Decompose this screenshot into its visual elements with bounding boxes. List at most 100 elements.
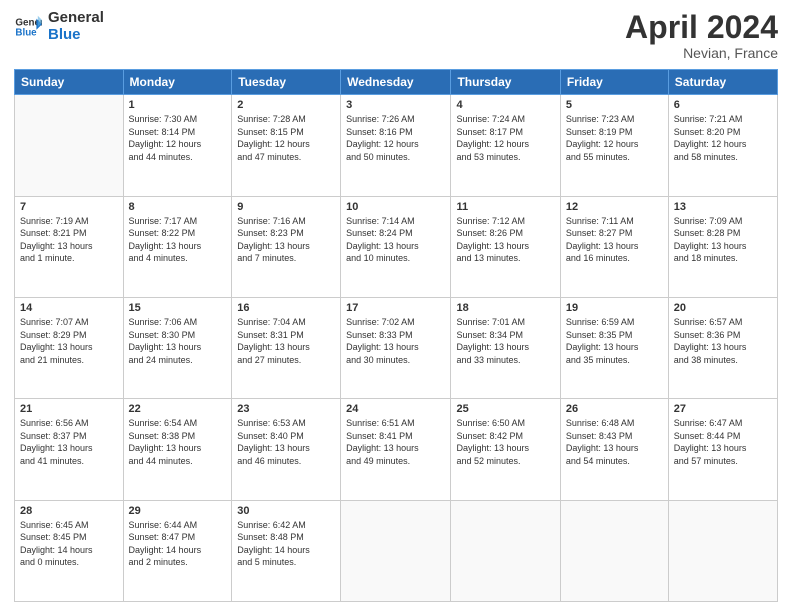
header-monday: Monday [123, 70, 232, 95]
calendar-cell: 28Sunrise: 6:45 AM Sunset: 8:45 PM Dayli… [15, 500, 124, 601]
header-saturday: Saturday [668, 70, 777, 95]
day-number: 11 [456, 201, 554, 213]
calendar-cell: 19 Sunrise: 6:59 AM Sunset: 8:35 PM Dayli… [560, 297, 668, 398]
day-number: 30 [237, 505, 335, 517]
calendar-week-row: 14Sunrise: 7:07 AM Sunset: 8:29 PM Dayli… [15, 297, 778, 398]
day-info: Sunrise: 7:26 AM Sunset: 8:16 PM Dayligh… [346, 113, 445, 163]
location: Nevian, France [625, 45, 778, 61]
header: General Blue General Blue April 2024 Nev… [14, 10, 778, 61]
calendar-cell [560, 500, 668, 601]
calendar-cell: 4 Sunrise: 7:24 AM Sunset: 8:17 PM Daylig… [451, 95, 560, 196]
day-number: 9 [237, 201, 335, 213]
calendar-week-row: 28Sunrise: 6:45 AM Sunset: 8:45 PM Dayli… [15, 500, 778, 601]
calendar-week-row: 1Sunrise: 7:30 AM Sunset: 8:14 PM Daylig… [15, 95, 778, 196]
calendar-cell: 26Sunrise: 6:48 AM Sunset: 8:43 PM Dayli… [560, 399, 668, 500]
day-number: 14 [20, 302, 118, 314]
calendar-cell: 9 Sunrise: 7:16 AM Sunset: 8:23 PM Daylig… [232, 196, 341, 297]
day-number: 15 [129, 302, 227, 314]
calendar-cell [451, 500, 560, 601]
day-number: 13 [674, 201, 772, 213]
header-thursday: Thursday [451, 70, 560, 95]
calendar-week-row: 21 Sunrise: 6:56 AM Sunset: 8:37 PM Dayli… [15, 399, 778, 500]
calendar-cell: 1Sunrise: 7:30 AM Sunset: 8:14 PM Daylig… [123, 95, 232, 196]
logo-general: General [48, 10, 104, 27]
day-number: 1 [129, 99, 227, 111]
calendar-cell: 13 Sunrise: 7:09 AM Sunset: 8:28 PM Dayli… [668, 196, 777, 297]
day-number: 17 [346, 302, 445, 314]
day-info: Sunrise: 7:28 AM Sunset: 8:15 PM Dayligh… [237, 113, 335, 163]
day-info: Sunrise: 6:57 AM Sunset: 8:36 PM Dayligh… [674, 316, 772, 366]
calendar-cell: 27 Sunrise: 6:47 AM Sunset: 8:44 PM Dayli… [668, 399, 777, 500]
day-info: Sunrise: 7:14 AM Sunset: 8:24 PM Dayligh… [346, 215, 445, 265]
day-number: 29 [129, 505, 227, 517]
day-info: Sunrise: 6:54 AM Sunset: 8:38 PM Dayligh… [129, 417, 227, 467]
day-info: Sunrise: 7:19 AM Sunset: 8:21 PM Dayligh… [20, 215, 118, 265]
day-info: Sunrise: 7:17 AM Sunset: 8:22 PM Dayligh… [129, 215, 227, 265]
day-info: Sunrise: 7:02 AM Sunset: 8:33 PM Dayligh… [346, 316, 445, 366]
day-number: 21 [20, 403, 118, 415]
day-info: Sunrise: 6:53 AM Sunset: 8:40 PM Dayligh… [237, 417, 335, 467]
calendar-cell: 11 Sunrise: 7:12 AM Sunset: 8:26 PM Dayli… [451, 196, 560, 297]
day-info: Sunrise: 7:21 AM Sunset: 8:20 PM Dayligh… [674, 113, 772, 163]
calendar-cell: 29 Sunrise: 6:44 AM Sunset: 8:47 PM Dayli… [123, 500, 232, 601]
day-info: Sunrise: 7:12 AM Sunset: 8:26 PM Dayligh… [456, 215, 554, 265]
calendar-cell: 23Sunrise: 6:53 AM Sunset: 8:40 PM Dayli… [232, 399, 341, 500]
day-info: Sunrise: 7:11 AM Sunset: 8:27 PM Dayligh… [566, 215, 663, 265]
day-number: 5 [566, 99, 663, 111]
day-number: 28 [20, 505, 118, 517]
calendar-cell: 3Sunrise: 7:26 AM Sunset: 8:16 PM Daylig… [341, 95, 451, 196]
calendar-cell: 7 Sunrise: 7:19 AM Sunset: 8:21 PM Daylig… [15, 196, 124, 297]
calendar-cell: 8 Sunrise: 7:17 AM Sunset: 8:22 PM Daylig… [123, 196, 232, 297]
calendar-cell: 5Sunrise: 7:23 AM Sunset: 8:19 PM Daylig… [560, 95, 668, 196]
day-number: 4 [456, 99, 554, 111]
calendar-cell: 18Sunrise: 7:01 AM Sunset: 8:34 PM Dayli… [451, 297, 560, 398]
calendar-cell: 22 Sunrise: 6:54 AM Sunset: 8:38 PM Dayli… [123, 399, 232, 500]
calendar-cell: 24 Sunrise: 6:51 AM Sunset: 8:41 PM Dayli… [341, 399, 451, 500]
day-number: 18 [456, 302, 554, 314]
day-number: 25 [456, 403, 554, 415]
day-number: 10 [346, 201, 445, 213]
day-info: Sunrise: 6:48 AM Sunset: 8:43 PM Dayligh… [566, 417, 663, 467]
day-info: Sunrise: 7:09 AM Sunset: 8:28 PM Dayligh… [674, 215, 772, 265]
calendar-cell: 10 Sunrise: 7:14 AM Sunset: 8:24 PM Dayli… [341, 196, 451, 297]
day-number: 6 [674, 99, 772, 111]
day-number: 24 [346, 403, 445, 415]
day-number: 27 [674, 403, 772, 415]
day-number: 12 [566, 201, 663, 213]
logo-blue: Blue [48, 27, 104, 44]
day-info: Sunrise: 6:50 AM Sunset: 8:42 PM Dayligh… [456, 417, 554, 467]
calendar-cell: 14Sunrise: 7:07 AM Sunset: 8:29 PM Dayli… [15, 297, 124, 398]
month-year: April 2024 [625, 10, 778, 45]
header-wednesday: Wednesday [341, 70, 451, 95]
day-info: Sunrise: 6:59 AM Sunset: 8:35 PM Dayligh… [566, 316, 663, 366]
day-number: 19 [566, 302, 663, 314]
day-number: 8 [129, 201, 227, 213]
day-info: Sunrise: 6:47 AM Sunset: 8:44 PM Dayligh… [674, 417, 772, 467]
calendar-cell: 20 Sunrise: 6:57 AM Sunset: 8:36 PM Dayli… [668, 297, 777, 398]
calendar-cell: 21 Sunrise: 6:56 AM Sunset: 8:37 PM Dayli… [15, 399, 124, 500]
calendar-cell: 12 Sunrise: 7:11 AM Sunset: 8:27 PM Dayli… [560, 196, 668, 297]
day-info: Sunrise: 6:42 AM Sunset: 8:48 PM Dayligh… [237, 519, 335, 569]
day-info: Sunrise: 6:44 AM Sunset: 8:47 PM Dayligh… [129, 519, 227, 569]
day-info: Sunrise: 7:06 AM Sunset: 8:30 PM Dayligh… [129, 316, 227, 366]
day-number: 20 [674, 302, 772, 314]
day-info: Sunrise: 7:16 AM Sunset: 8:23 PM Dayligh… [237, 215, 335, 265]
header-tuesday: Tuesday [232, 70, 341, 95]
day-info: Sunrise: 7:24 AM Sunset: 8:17 PM Dayligh… [456, 113, 554, 163]
calendar-cell: 30 Sunrise: 6:42 AM Sunset: 8:48 PM Dayli… [232, 500, 341, 601]
calendar-cell [668, 500, 777, 601]
day-info: Sunrise: 6:51 AM Sunset: 8:41 PM Dayligh… [346, 417, 445, 467]
day-number: 22 [129, 403, 227, 415]
day-info: Sunrise: 6:56 AM Sunset: 8:37 PM Dayligh… [20, 417, 118, 467]
calendar-cell: 2Sunrise: 7:28 AM Sunset: 8:15 PM Daylig… [232, 95, 341, 196]
logo: General Blue General Blue [14, 10, 104, 43]
day-info: Sunrise: 7:04 AM Sunset: 8:31 PM Dayligh… [237, 316, 335, 366]
day-number: 16 [237, 302, 335, 314]
calendar-cell: 15 Sunrise: 7:06 AM Sunset: 8:30 PM Dayli… [123, 297, 232, 398]
logo-icon: General Blue [14, 13, 42, 41]
calendar-cell: 17 Sunrise: 7:02 AM Sunset: 8:33 PM Dayli… [341, 297, 451, 398]
day-number: 7 [20, 201, 118, 213]
page: General Blue General Blue April 2024 Nev… [0, 0, 792, 612]
calendar-week-row: 7 Sunrise: 7:19 AM Sunset: 8:21 PM Daylig… [15, 196, 778, 297]
calendar-cell: 25 Sunrise: 6:50 AM Sunset: 8:42 PM Dayli… [451, 399, 560, 500]
